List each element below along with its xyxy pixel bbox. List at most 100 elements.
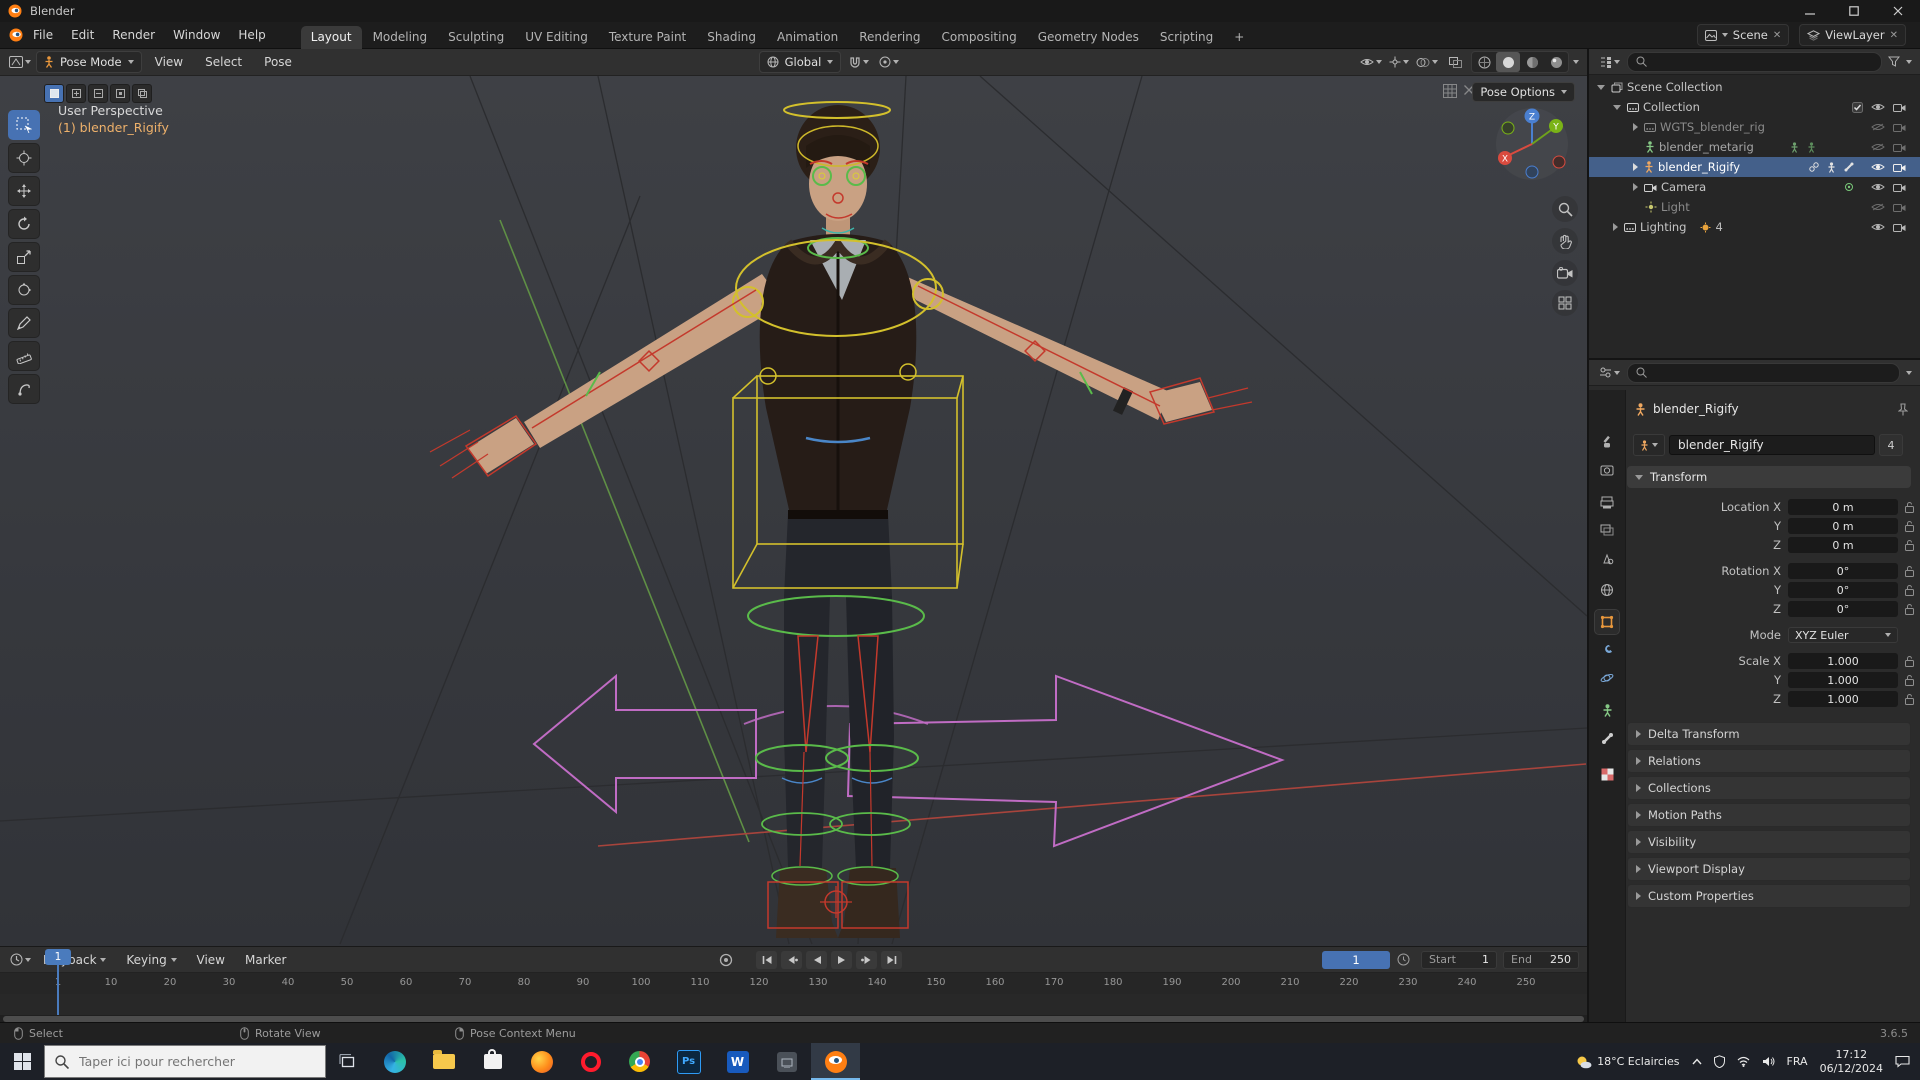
viewport-3d-canvas[interactable]: User Perspective (1) blender_Rigify Pose…: [0, 76, 1587, 946]
tab-animation[interactable]: Animation: [767, 26, 848, 49]
disable-render-camera-icon[interactable]: [1893, 202, 1906, 212]
previous-keyframe-button[interactable]: [781, 950, 803, 969]
playhead[interactable]: 1: [45, 949, 71, 965]
tab-modeling[interactable]: Modeling: [363, 26, 438, 49]
view-layer-selector[interactable]: ViewLayer ✕: [1799, 24, 1906, 46]
menu-view[interactable]: View: [146, 52, 192, 72]
tool-move[interactable]: [8, 176, 40, 206]
exclude-checkbox[interactable]: [1852, 101, 1863, 113]
tab-compositing[interactable]: Compositing: [931, 26, 1026, 49]
auto-keying-toggle[interactable]: [715, 951, 736, 969]
pin-icon[interactable]: [1898, 402, 1908, 416]
outliner-search-input[interactable]: [1627, 51, 1882, 72]
output-tab-icon[interactable]: [1595, 490, 1619, 514]
hide-eye-icon[interactable]: [1871, 122, 1885, 132]
world-tab-icon[interactable]: [1595, 578, 1619, 602]
menu-edit[interactable]: Edit: [62, 25, 103, 45]
texture-tab-icon[interactable]: [1595, 762, 1619, 786]
panel-viewport-display[interactable]: Viewport Display: [1627, 857, 1911, 881]
maximize-button[interactable]: [1832, 0, 1876, 22]
panel-relations[interactable]: Relations: [1627, 749, 1911, 773]
tab-scripting[interactable]: Scripting: [1150, 26, 1223, 49]
tab-uv-editing[interactable]: UV Editing: [515, 26, 598, 49]
action-center-icon[interactable]: [1895, 1055, 1910, 1068]
grid-icon[interactable]: [1443, 84, 1457, 98]
camera-view-icon[interactable]: [1552, 260, 1578, 286]
blender-menu-icon[interactable]: [8, 28, 24, 42]
timeline-channels[interactable]: [0, 994, 1587, 1015]
taskbar-app-opera[interactable]: [566, 1043, 615, 1080]
pose-options-panel-toggle[interactable]: Pose Options: [1472, 82, 1575, 102]
weather-widget[interactable]: 18°C Eclaircies: [1576, 1055, 1680, 1069]
taskbar-app-firefox[interactable]: [517, 1043, 566, 1080]
tab-geometry-nodes[interactable]: Geometry Nodes: [1028, 26, 1149, 49]
menu-keying[interactable]: Keying: [117, 950, 185, 970]
zoom-icon[interactable]: [1552, 196, 1578, 222]
hide-eye-icon[interactable]: [1871, 182, 1885, 192]
hide-eye-icon[interactable]: [1871, 102, 1885, 112]
object-data-tab-icon[interactable]: [1595, 698, 1619, 722]
scale-y-field[interactable]: 1.000: [1788, 672, 1898, 688]
taskbar-search-input[interactable]: [77, 1053, 301, 1070]
tool-tab-icon[interactable]: [1595, 430, 1619, 454]
taskbar-app-file-explorer[interactable]: [419, 1043, 468, 1080]
lock-icon[interactable]: [1905, 584, 1915, 596]
shading-dropdown-caret[interactable]: [1573, 60, 1579, 64]
scene-selector[interactable]: Scene ✕: [1696, 24, 1790, 46]
timeline-ruler[interactable]: 1 10 20 30 40 50 60 70 80 90 100 110 120…: [0, 973, 1587, 995]
disable-render-camera-icon[interactable]: [1893, 162, 1906, 172]
clock-widget[interactable]: 17:12 06/12/2024: [1820, 1048, 1883, 1076]
language-indicator[interactable]: FRA: [1787, 1055, 1808, 1068]
toggle-ortho-icon[interactable]: [1552, 290, 1578, 316]
object-name-field[interactable]: blender_Rigify: [1669, 435, 1875, 455]
select-mode-intersect-icon[interactable]: [132, 84, 152, 103]
tool-rotate[interactable]: [8, 209, 40, 239]
frame-start-field[interactable]: Start 1: [1421, 950, 1498, 969]
select-mode-subtract-icon[interactable]: [88, 84, 108, 103]
object-tab-icon[interactable]: [1594, 609, 1620, 635]
shading-rendered-button[interactable]: [1544, 52, 1568, 72]
next-keyframe-button[interactable]: [856, 950, 878, 969]
outliner-row-wgts-rig[interactable]: WGTS_blender_rig: [1589, 117, 1920, 137]
tool-measure[interactable]: [8, 341, 40, 371]
tray-expand-chevron[interactable]: [1692, 1058, 1702, 1065]
tool-select-box[interactable]: [8, 110, 40, 140]
hide-eye-icon[interactable]: [1871, 222, 1885, 232]
physics-tab-icon[interactable]: [1595, 666, 1619, 690]
scale-x-field[interactable]: 1.000: [1788, 653, 1898, 669]
xray-toggle[interactable]: [1443, 52, 1467, 72]
tab-layout[interactable]: Layout: [300, 25, 362, 49]
menu-pose[interactable]: Pose: [255, 52, 301, 72]
hide-eye-icon[interactable]: [1871, 142, 1885, 152]
location-y-field[interactable]: 0 m: [1788, 518, 1898, 534]
disable-render-camera-icon[interactable]: [1893, 142, 1906, 152]
outliner-options-caret[interactable]: [1906, 59, 1912, 64]
tab-texture-paint[interactable]: Texture Paint: [599, 26, 696, 49]
timeline-editor-type-button[interactable]: [8, 950, 32, 970]
menu-render[interactable]: Render: [103, 25, 164, 45]
render-tab-icon[interactable]: [1595, 458, 1619, 482]
lock-icon[interactable]: [1905, 520, 1915, 532]
lock-icon[interactable]: [1905, 674, 1915, 686]
lock-icon[interactable]: [1905, 603, 1915, 615]
menu-marker[interactable]: Marker: [236, 950, 295, 970]
users-count-badge[interactable]: 4: [1879, 434, 1903, 456]
panel-collections[interactable]: Collections: [1627, 776, 1911, 800]
overlays-dropdown[interactable]: [1415, 52, 1439, 72]
taskbar-app-photoshop[interactable]: Ps: [664, 1043, 713, 1080]
preview-range-clock-icon[interactable]: [1393, 951, 1414, 969]
mode-select[interactable]: Pose Mode: [36, 51, 142, 73]
proportional-editing-toggle[interactable]: [877, 52, 901, 72]
navigation-gizmo[interactable]: Z Y X: [1494, 106, 1570, 182]
tab-shading[interactable]: Shading: [697, 26, 766, 49]
location-x-field[interactable]: 0 m: [1788, 499, 1898, 515]
panel-delta-transform[interactable]: Delta Transform: [1627, 722, 1911, 746]
frame-end-field[interactable]: End 250: [1503, 950, 1580, 969]
tab-rendering[interactable]: Rendering: [849, 26, 930, 49]
tool-extra[interactable]: [8, 374, 40, 404]
view-layer-remove-icon[interactable]: ✕: [1890, 30, 1898, 41]
disable-render-camera-icon[interactable]: [1893, 222, 1906, 232]
taskbar-app-edge[interactable]: [370, 1043, 419, 1080]
tool-annotate[interactable]: [8, 308, 40, 338]
rotation-x-field[interactable]: 0°: [1788, 563, 1898, 579]
